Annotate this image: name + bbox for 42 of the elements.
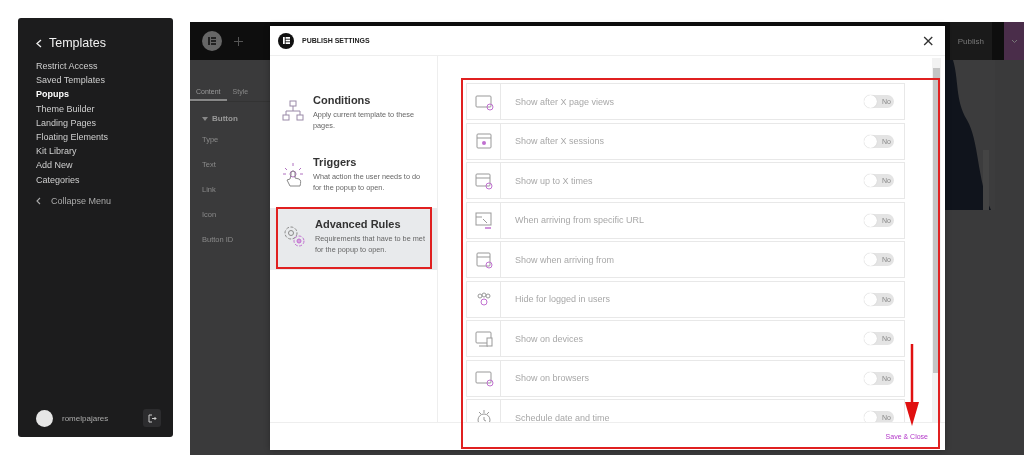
sidebar-item[interactable]: Landing Pages [36,115,97,130]
logout-icon[interactable] [143,409,161,427]
publish-button[interactable]: Publish [949,22,992,60]
sidebar-item[interactable]: Floating Elements [36,130,109,145]
section-title: Button [212,114,238,123]
rule-label: Show when arriving from [514,254,616,265]
user-name: romelpajares [62,413,110,423]
rule-label: When arriving from specific URL [514,215,646,225]
scrollbar[interactable] [932,58,941,422]
avatar-icon [36,409,53,427]
back-icon[interactable] [36,38,42,48]
chevron-left-icon[interactable] [36,196,41,205]
rule-icon [473,170,494,191]
tab-title: Advanced Rules [315,218,402,230]
sidebar-title: Templates [49,36,106,50]
caret-icon[interactable] [202,116,208,121]
rule-label: Hide for logged in users [514,294,612,304]
rule-icon [473,368,494,388]
sidebar-item[interactable]: Restrict Access [36,59,98,74]
sidebar-item[interactable]: Saved Templates [36,73,105,88]
tab-title: Conditions [313,94,372,106]
tab-title: Triggers [313,156,358,168]
rule-icon [473,328,494,349]
sidebar-item[interactable]: Categories [36,172,80,187]
rule-label: Show on browsers [514,373,591,383]
rule-label: Show after X page views [514,96,616,107]
sidebar-item[interactable]: Kit Library [36,144,77,159]
rule-icon [473,249,494,270]
sidebar-item[interactable]: Popups [36,87,69,102]
rule-label: Show on devices [514,333,585,344]
rule-label: Show up to X times [514,175,594,186]
rule-label: Show after X sessions [514,136,606,146]
rule-label: Schedule date and time [514,412,611,422]
collapse-menu-link[interactable]: Collapse Menu [51,195,112,206]
sidebar-item[interactable]: Add New [36,158,73,173]
logo-icon [278,32,294,49]
rule-icon [473,210,494,230]
arrow-icon [905,344,919,426]
sidebar-item[interactable]: Theme Builder [36,101,95,116]
plus-icon[interactable] [234,36,243,46]
logo-icon[interactable] [202,31,222,51]
close-button[interactable]: × [919,32,937,49]
